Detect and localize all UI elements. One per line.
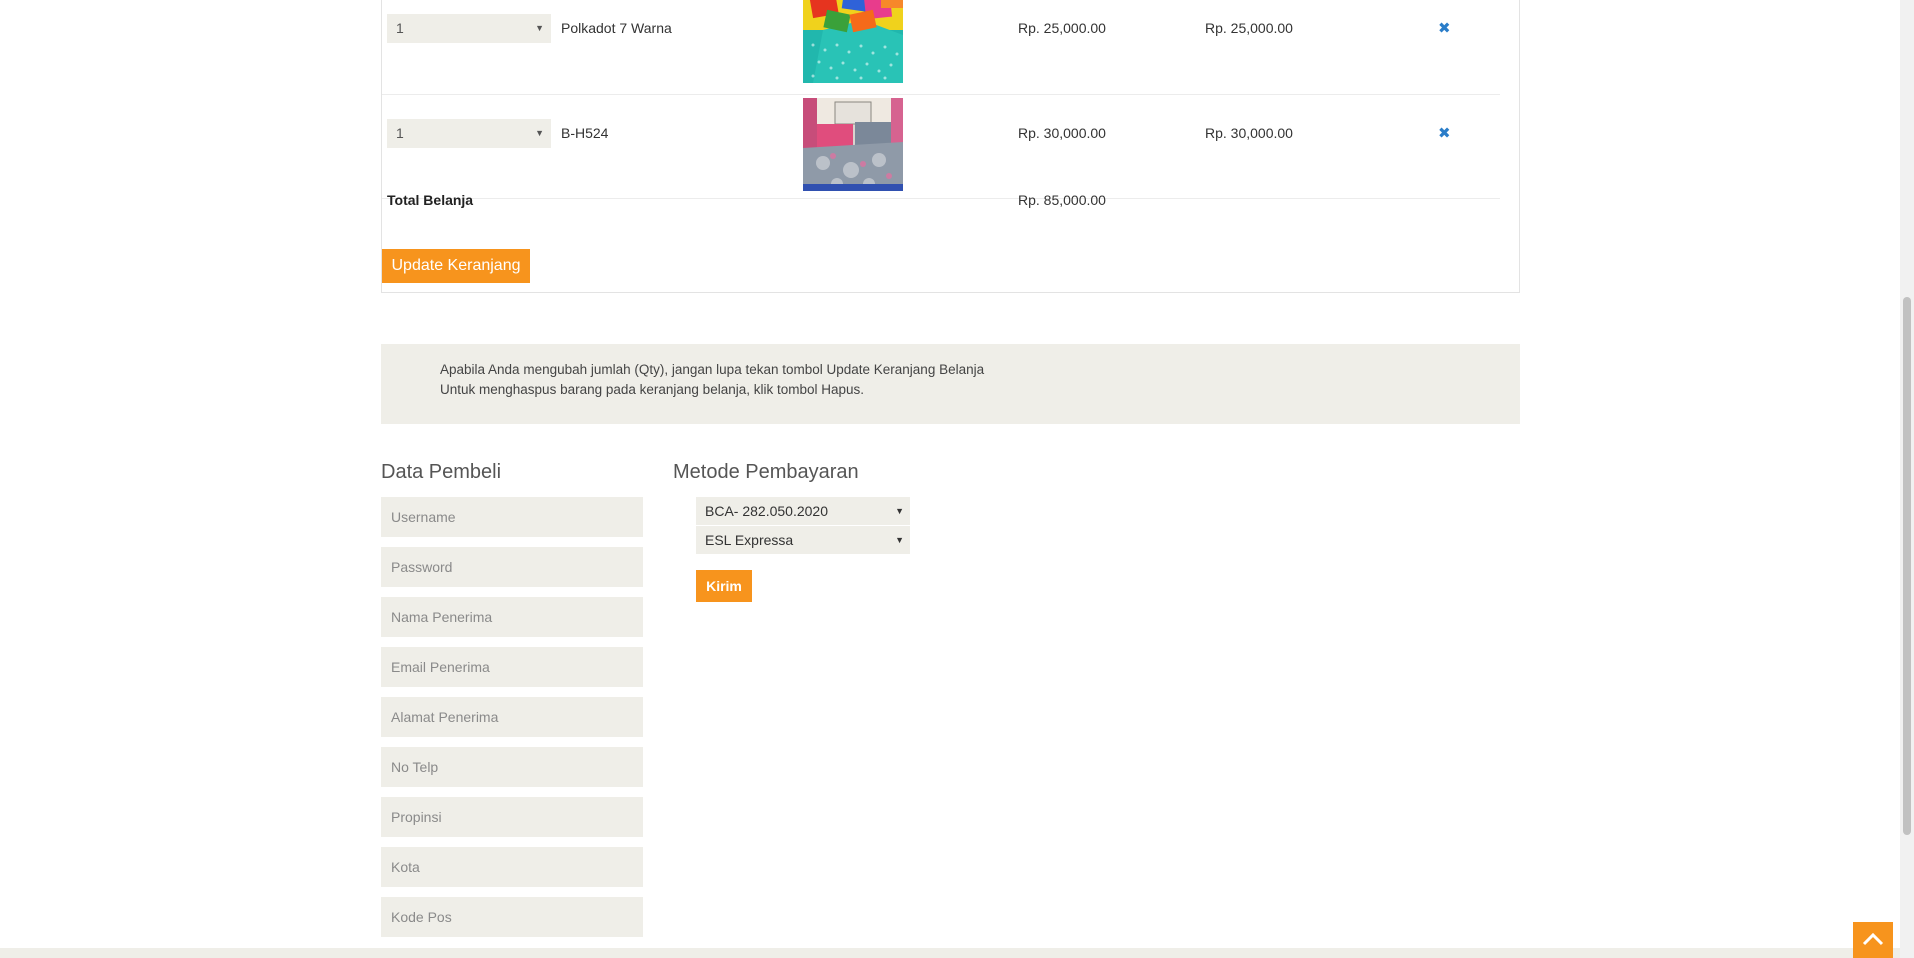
footer-strip	[0, 948, 1900, 958]
recipient-address-input[interactable]	[381, 697, 643, 737]
username-input[interactable]	[381, 497, 643, 537]
bank-selected-value: BCA- 282.050.2020	[705, 503, 828, 519]
qty-select[interactable]: 1 ▼	[387, 119, 551, 148]
row-subtotal: Rp. 30,000.00	[1205, 125, 1293, 141]
chevron-up-icon	[1862, 932, 1884, 946]
notice-line: Apabila Anda mengubah jumlah (Qty), jang…	[440, 362, 985, 377]
product-photo-polkadot-icon	[803, 0, 903, 83]
update-cart-button[interactable]: Update Keranjang	[382, 249, 530, 283]
back-to-top-button[interactable]	[1853, 922, 1893, 958]
city-input[interactable]	[381, 847, 643, 887]
caret-down-icon: ▼	[895, 535, 904, 545]
bank-select[interactable]: BCA- 282.050.2020 ▼	[696, 497, 910, 525]
table-row: 1 ▼ Polkadot 7 Warna Rp. 25,000.00 Rp. 2…	[382, 0, 1500, 95]
unit-price: Rp. 25,000.00	[1018, 20, 1106, 36]
recipient-email-input[interactable]	[381, 647, 643, 687]
close-icon[interactable]: ✖	[1438, 19, 1451, 37]
product-name: Polkadot 7 Warna	[561, 20, 672, 36]
cart-notice: Apabila Anda mengubah jumlah (Qty), jang…	[381, 344, 1520, 424]
postal-code-input[interactable]	[381, 897, 643, 937]
unit-price: Rp. 30,000.00	[1018, 125, 1106, 141]
recipient-name-input[interactable]	[381, 597, 643, 637]
scrollbar-thumb[interactable]	[1903, 297, 1911, 835]
qty-value: 1	[396, 125, 404, 141]
buyer-section-title: Data Pembeli	[381, 461, 502, 483]
close-icon[interactable]: ✖	[1438, 124, 1451, 142]
payment-section-title: Metode Pembayaran	[673, 461, 859, 483]
total-label: Total Belanja	[387, 192, 474, 208]
courier-select[interactable]: ESL Expressa ▼	[696, 526, 910, 554]
qty-select[interactable]: 1 ▼	[387, 14, 551, 43]
cart-table: 1 ▼ Polkadot 7 Warna Rp. 25,000.00 Rp. 2…	[381, 0, 1520, 293]
phone-input[interactable]	[381, 747, 643, 787]
caret-down-icon: ▼	[535, 128, 544, 138]
password-input[interactable]	[381, 547, 643, 587]
province-input[interactable]	[381, 797, 643, 837]
caret-down-icon: ▼	[895, 506, 904, 516]
notice-line: Untuk menghaspus barang pada keranjang b…	[440, 382, 865, 397]
product-name: B-H524	[561, 125, 609, 141]
checkout-page: 1 ▼ Polkadot 7 Warna Rp. 25,000.00 Rp. 2…	[0, 0, 1914, 958]
row-subtotal: Rp. 25,000.00	[1205, 20, 1293, 36]
table-row: 1 ▼ B-H524 Rp. 30,000.00 Rp. 30,000.00 ✖	[382, 94, 1500, 199]
qty-value: 1	[396, 20, 404, 36]
submit-order-button[interactable]: Kirim	[696, 570, 752, 602]
total-value: Rp. 85,000.00	[1018, 192, 1106, 208]
courier-selected-value: ESL Expressa	[705, 532, 794, 548]
caret-down-icon: ▼	[535, 23, 544, 33]
product-photo-floral-icon	[803, 98, 903, 191]
